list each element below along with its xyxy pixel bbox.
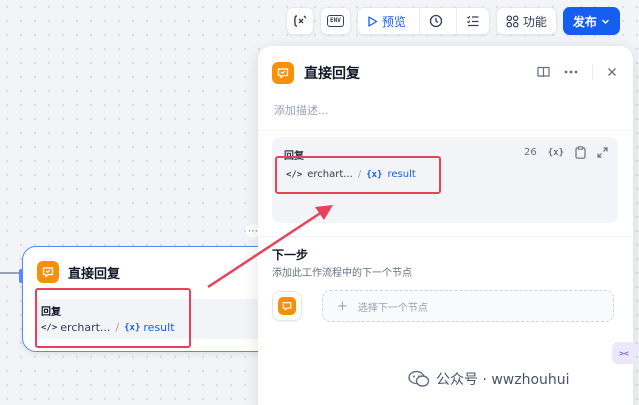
preview-label: 预览 bbox=[381, 14, 406, 29]
variable-checklist-button[interactable] bbox=[286, 7, 314, 35]
checklist-icon bbox=[466, 15, 479, 27]
highlight-box-node bbox=[35, 288, 191, 348]
divider bbox=[258, 236, 633, 237]
panel-header: 直接回复 bbox=[272, 62, 360, 84]
features-icon bbox=[506, 14, 519, 28]
node-header: 直接回复 bbox=[37, 261, 120, 283]
reply-icon bbox=[37, 261, 59, 283]
panel-actions bbox=[537, 65, 617, 79]
char-count: 26 bbox=[524, 147, 537, 158]
features-label: 功能 bbox=[522, 14, 547, 29]
node-title: 直接回复 bbox=[68, 266, 121, 282]
history-button[interactable] bbox=[418, 8, 452, 34]
top-toolbar: ENV 预览 功能 发布 bbox=[286, 7, 620, 35]
editor-tools: 26 {x} bbox=[524, 146, 608, 159]
watermark: 公众号 · wwzhouhui bbox=[408, 369, 570, 389]
plus-icon: + bbox=[337, 298, 348, 314]
more-icon[interactable] bbox=[564, 70, 578, 74]
publish-label: 发布 bbox=[572, 14, 597, 29]
description-input[interactable]: 添加描述... bbox=[274, 102, 329, 118]
highlight-box-panel bbox=[275, 156, 441, 194]
expand-icon[interactable] bbox=[597, 147, 608, 158]
variable-icon bbox=[293, 15, 307, 27]
close-icon[interactable] bbox=[607, 67, 617, 77]
insert-variable-icon[interactable]: {x} bbox=[548, 148, 564, 158]
actions-divider bbox=[592, 65, 593, 79]
history-icon bbox=[429, 14, 443, 28]
chevron-down-icon bbox=[601, 19, 609, 24]
reply-icon bbox=[272, 62, 294, 84]
mini-badge[interactable]: >< bbox=[612, 342, 636, 364]
select-next-node-button[interactable]: + 选择下一个节点 bbox=[322, 290, 614, 322]
run-group: 预览 bbox=[356, 7, 490, 35]
next-step-row: + 选择下一个节点 bbox=[272, 290, 614, 322]
env-button[interactable]: ENV bbox=[320, 7, 351, 35]
publish-button[interactable]: 发布 bbox=[562, 7, 620, 35]
panel-title[interactable]: 直接回复 bbox=[304, 63, 360, 83]
wechat-logo-icon bbox=[408, 370, 430, 387]
checklist-button[interactable] bbox=[455, 8, 489, 34]
play-icon bbox=[368, 15, 377, 27]
next-step-title: 下一步 bbox=[272, 248, 309, 262]
divider bbox=[258, 130, 633, 131]
reply-icon bbox=[278, 297, 296, 315]
select-next-node-label: 选择下一个节点 bbox=[357, 302, 428, 314]
watermark-text: 公众号 · wwzhouhui bbox=[436, 372, 570, 388]
node-config-panel: 直接回复 添加描述... 回复 26 {x} </> erchart... / … bbox=[258, 46, 633, 405]
node-input-handle[interactable] bbox=[19, 269, 23, 283]
clipboard-icon[interactable] bbox=[575, 146, 586, 159]
env-icon: ENV bbox=[327, 15, 344, 27]
preview-button[interactable]: 预览 bbox=[358, 8, 415, 34]
book-icon[interactable] bbox=[537, 66, 550, 78]
features-button[interactable]: 功能 bbox=[495, 7, 557, 35]
current-node-icon bbox=[272, 291, 302, 321]
next-step-description: 添加此工作流程中的下一个节点 bbox=[272, 268, 412, 279]
